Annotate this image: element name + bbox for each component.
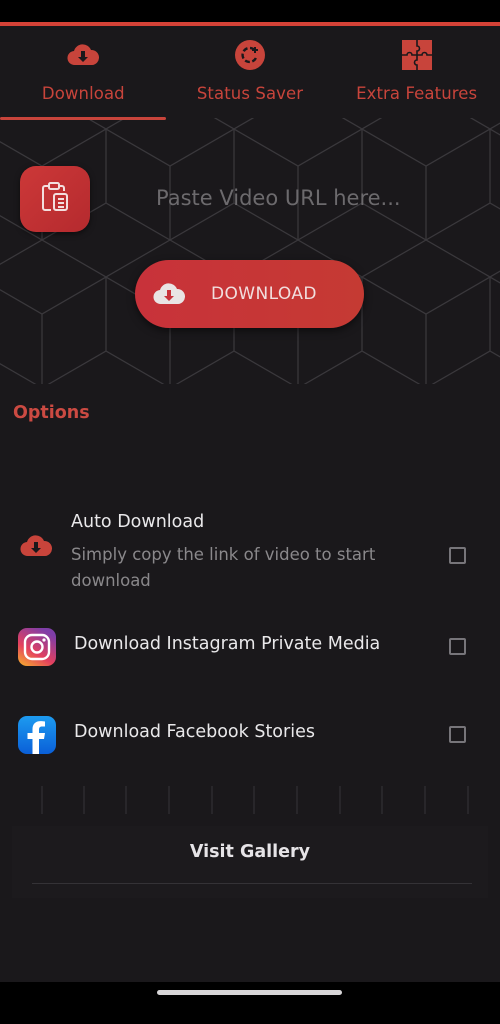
paste-button[interactable]	[20, 166, 90, 232]
gallery-panel: Visit Gallery	[12, 826, 488, 898]
option-title: Download Instagram Private Media	[74, 634, 381, 654]
puzzle-icon	[400, 38, 434, 72]
tab-bar: Download Status Saver Extra Features	[0, 26, 500, 120]
cloud-download-icon	[66, 38, 100, 72]
tab-download-label: Download	[41, 84, 125, 103]
option-title: Auto Download	[71, 512, 205, 532]
divider	[32, 883, 472, 884]
facebook-stories-checkbox[interactable]	[449, 726, 466, 743]
instagram-private-checkbox[interactable]	[449, 638, 466, 655]
option-title: Download Facebook Stories	[74, 722, 315, 742]
status-refresh-icon	[233, 38, 267, 72]
app-screen: Download Status Saver Extra Features Pas…	[0, 22, 500, 982]
tab-download[interactable]: Download	[0, 26, 167, 120]
visit-gallery-button[interactable]: Visit Gallery	[12, 842, 488, 862]
video-url-input[interactable]	[110, 176, 480, 220]
download-button[interactable]: DOWNLOAD	[135, 260, 364, 328]
tab-status-saver[interactable]: Status Saver	[167, 26, 334, 120]
cloud-download-icon	[153, 282, 186, 306]
cube-pattern-background	[0, 118, 500, 384]
facebook-icon	[18, 716, 56, 758]
options-heading: Options	[13, 403, 90, 423]
option-description: Simply copy the link of video to start d…	[71, 545, 376, 590]
tab-extra-features-label: Extra Features	[356, 84, 478, 103]
instagram-icon	[18, 628, 56, 670]
status-bar	[0, 0, 500, 22]
cloud-download-icon	[20, 534, 53, 562]
system-navigation-bar	[0, 982, 500, 1024]
tab-extra-features[interactable]: Extra Features	[333, 26, 500, 120]
home-gesture-handle[interactable]	[157, 990, 342, 995]
tab-status-saver-label: Status Saver	[196, 84, 304, 103]
download-button-label: DOWNLOAD	[211, 284, 317, 304]
cube-pattern-strip	[41, 786, 469, 814]
clipboard-icon	[40, 181, 70, 217]
active-tab-indicator	[0, 117, 166, 120]
auto-download-checkbox[interactable]	[449, 547, 466, 564]
